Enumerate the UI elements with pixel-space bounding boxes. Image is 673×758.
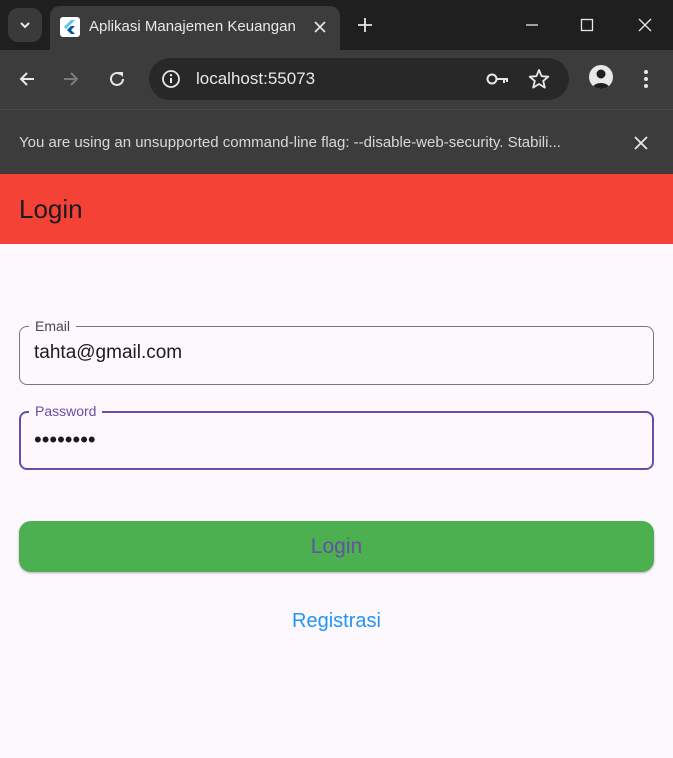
- forward-button[interactable]: [55, 63, 87, 95]
- new-tab-button[interactable]: [352, 12, 378, 38]
- minimize-button[interactable]: [509, 8, 555, 42]
- browser-menu-button[interactable]: [634, 64, 658, 94]
- url-text[interactable]: localhost:55073: [196, 69, 315, 89]
- maximize-icon: [580, 18, 594, 32]
- forward-icon: [64, 72, 79, 86]
- login-page: Email Password Login Registrasi: [0, 244, 673, 758]
- tab-search-button[interactable]: [8, 8, 42, 42]
- profile-button[interactable]: [589, 65, 613, 89]
- warning-infobar: You are using an unsupported command-lin…: [0, 109, 673, 174]
- key-icon: [486, 73, 508, 85]
- chevron-down-icon: [20, 22, 30, 29]
- infobar-message: You are using an unsupported command-lin…: [19, 134, 561, 151]
- login-button[interactable]: Login: [19, 521, 654, 572]
- flutter-logo-icon: [60, 17, 80, 37]
- profile-icon: [592, 69, 610, 89]
- close-icon: [634, 136, 648, 150]
- reload-button[interactable]: [101, 63, 133, 95]
- email-field[interactable]: Email: [19, 317, 654, 385]
- password-manager-button[interactable]: [485, 67, 511, 91]
- menu-icon: [644, 70, 648, 88]
- app-bar: Login: [0, 174, 673, 244]
- page-title: Login: [19, 194, 83, 224]
- password-label: Password: [29, 402, 103, 420]
- infobar-close-button[interactable]: [630, 132, 652, 154]
- back-button[interactable]: [11, 63, 43, 95]
- password-input[interactable]: [34, 427, 634, 453]
- email-label: Email: [29, 317, 77, 335]
- close-icon: [314, 21, 326, 33]
- browser-toolbar: localhost:55073: [0, 50, 673, 109]
- tab-strip: Aplikasi Manajemen Keuangan: [0, 0, 673, 50]
- reload-icon: [110, 71, 124, 86]
- minimize-icon: [526, 24, 538, 26]
- close-icon: [638, 18, 652, 32]
- address-bar[interactable]: localhost:55073: [149, 58, 569, 100]
- tab-close-button[interactable]: [308, 15, 332, 39]
- register-link[interactable]: Registrasi: [0, 610, 673, 633]
- star-icon: [528, 69, 550, 89]
- info-icon: [162, 70, 180, 88]
- browser-tab[interactable]: Aplikasi Manajemen Keuangan: [50, 6, 340, 50]
- maximize-button[interactable]: [564, 8, 610, 42]
- plus-icon: [358, 18, 372, 32]
- site-info-button[interactable]: [159, 67, 183, 91]
- back-icon: [19, 72, 34, 86]
- bookmark-button[interactable]: [526, 66, 552, 92]
- email-input[interactable]: [34, 342, 634, 364]
- window-close-button[interactable]: [622, 8, 668, 42]
- password-field[interactable]: Password: [19, 402, 654, 470]
- tab-title: Aplikasi Manajemen Keuangan: [89, 18, 296, 35]
